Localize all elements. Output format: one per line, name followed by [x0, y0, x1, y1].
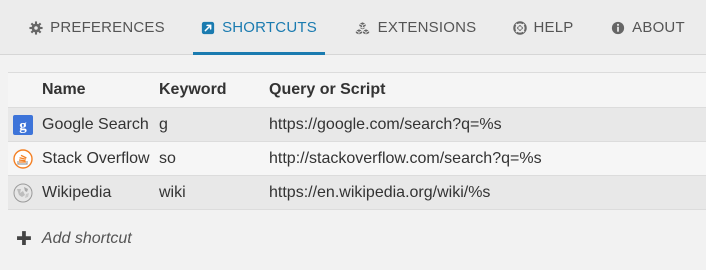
- lifebuoy-icon: [512, 20, 527, 35]
- tab-bar: PREFERENCES SHORTCUTS EXTENSIONS HELP AB…: [0, 0, 706, 55]
- column-header-keyword: Keyword: [159, 81, 227, 98]
- shortcuts-table: Name Keyword Query or Script g Google Se…: [8, 72, 706, 210]
- plus-icon: ✚: [16, 228, 32, 250]
- shortcut-keyword: wiki: [159, 183, 186, 201]
- shortcut-name: Google Search: [42, 115, 149, 133]
- tab-help[interactable]: HELP: [504, 0, 582, 55]
- tab-extensions[interactable]: EXTENSIONS: [344, 0, 486, 55]
- shortcut-name: Wikipedia: [42, 183, 112, 201]
- info-icon: [612, 21, 625, 34]
- shortcut-name: Stack Overflow: [42, 149, 150, 167]
- google-icon: g: [13, 115, 33, 135]
- add-shortcut-label: Add shortcut: [41, 230, 132, 247]
- svg-text:g: g: [19, 118, 27, 134]
- tab-shortcuts-label: SHORTCUTS: [222, 19, 317, 36]
- tab-help-label: HELP: [533, 19, 574, 36]
- gear-icon: [29, 20, 43, 35]
- table-row[interactable]: g Google Search g https://google.com/sea…: [8, 108, 706, 142]
- tab-preferences[interactable]: PREFERENCES: [18, 0, 176, 55]
- tab-about-label: ABOUT: [632, 19, 685, 36]
- stackoverflow-icon: [13, 149, 33, 169]
- shortcut-keyword: g: [159, 115, 168, 133]
- wikipedia-icon: [13, 183, 33, 203]
- add-shortcut-button[interactable]: ✚ Add shortcut: [16, 226, 132, 252]
- column-header-name: Name: [42, 81, 86, 98]
- shortcut-query: https://google.com/search?q=%s: [269, 115, 502, 133]
- shortcut-keyword: so: [159, 149, 176, 167]
- table-row[interactable]: Stack Overflow so http://stackoverflow.c…: [8, 142, 706, 176]
- tab-shortcuts[interactable]: SHORTCUTS: [193, 0, 325, 55]
- shortcut-query: http://stackoverflow.com/search?q=%s: [269, 149, 542, 167]
- cubes-icon: [354, 20, 370, 35]
- table-header: Name Keyword Query or Script: [8, 72, 706, 108]
- tab-preferences-label: PREFERENCES: [50, 19, 165, 36]
- shortcut-icon: [201, 21, 215, 34]
- column-header-query: Query or Script: [269, 81, 386, 98]
- tab-about[interactable]: ABOUT: [604, 0, 692, 55]
- table-row[interactable]: Wikipedia wiki https://en.wikipedia.org/…: [8, 176, 706, 210]
- shortcut-query: https://en.wikipedia.org/wiki/%s: [269, 183, 491, 201]
- tab-extensions-label: EXTENSIONS: [377, 19, 477, 36]
